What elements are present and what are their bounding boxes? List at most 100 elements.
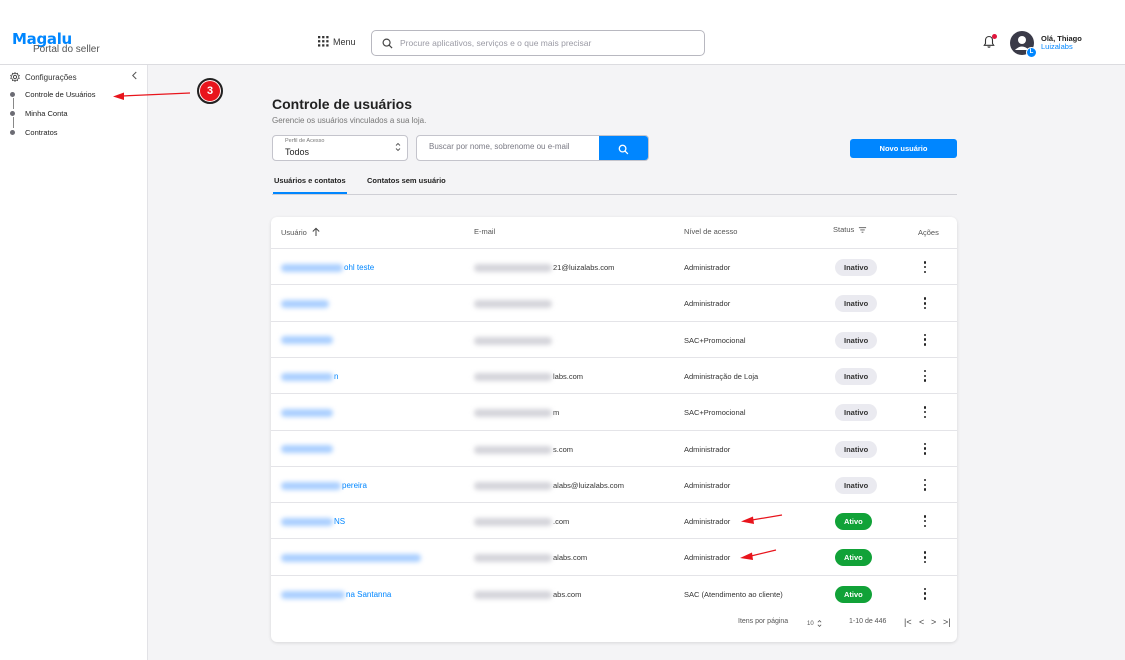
notifications-button[interactable]: [982, 34, 997, 49]
table-row: pereira alabs@luizalabs.com Administrador I…: [271, 465, 957, 502]
magalu-logo[interactable]: Magalu Portal do seller: [12, 32, 100, 55]
bullet-icon: [10, 130, 15, 135]
more-vertical-icon[interactable]: [922, 587, 928, 600]
redacted-text: [281, 554, 421, 563]
status-badge: Inativo: [835, 295, 878, 313]
user-email: labs.com: [474, 372, 583, 381]
tab-contatos-sem-usuario[interactable]: Contatos sem usuário: [367, 176, 446, 185]
more-vertical-icon[interactable]: [922, 297, 928, 310]
sidebar-connector: [13, 117, 14, 128]
menu-button[interactable]: Menu: [318, 36, 356, 47]
table-row: n labs.com Administração de Loja Inativo: [271, 356, 957, 393]
new-user-button[interactable]: Novo usuário: [850, 139, 957, 158]
email-text: 21@luizalabs.com: [553, 263, 615, 272]
sidebar: Configurações Controle de Usuários Minha…: [0, 65, 148, 660]
sidebar-item-contratos[interactable]: Contratos: [10, 128, 58, 137]
more-vertical-icon[interactable]: [922, 369, 928, 382]
redacted-text: [281, 409, 333, 418]
first-page-icon[interactable]: |<: [904, 617, 912, 627]
status-badge: Inativo: [835, 404, 878, 422]
items-per-page-label: Itens por página: [738, 618, 789, 625]
column-header-status[interactable]: Status: [833, 225, 867, 234]
column-header-usuario[interactable]: Usuário: [281, 227, 321, 237]
user-name-link[interactable]: [281, 299, 330, 309]
filter-icon: [859, 227, 867, 233]
user-name: n: [334, 371, 339, 381]
avatar[interactable]: L: [1010, 31, 1037, 58]
user-name-link[interactable]: [281, 408, 334, 418]
access-level: Administrador: [684, 517, 731, 527]
prev-page-icon[interactable]: <: [919, 617, 924, 627]
redacted-text: [281, 372, 333, 381]
user-name-link[interactable]: [281, 553, 422, 563]
more-vertical-icon[interactable]: [922, 261, 928, 273]
more-vertical-icon[interactable]: [922, 478, 928, 491]
access-level: Administrador: [684, 553, 731, 563]
sidebar-collapse-button[interactable]: [131, 71, 138, 83]
user-name-link[interactable]: na Santanna: [281, 590, 391, 599]
user-email: [474, 299, 553, 309]
user-name-link[interactable]: NS: [281, 517, 345, 526]
table-row: Administrador Inativo: [271, 284, 957, 320]
chevron-up-down-icon: [817, 620, 822, 627]
access-level: Administrador: [684, 480, 731, 490]
profile-filter-value: Todos: [285, 147, 310, 157]
user-name-link[interactable]: [281, 336, 334, 345]
email-text: abs.com: [553, 589, 582, 599]
search-icon: [382, 38, 393, 49]
more-vertical-icon[interactable]: [922, 515, 928, 528]
email-text: labs.com: [553, 371, 584, 381]
user-search-button[interactable]: [599, 136, 648, 160]
arrow-up-icon: [312, 227, 320, 236]
bullet-icon: [10, 92, 15, 97]
top-header: Magalu Portal do seller Menu L Olá, Thia…: [0, 0, 1125, 65]
status-badge: Ativo: [835, 549, 872, 567]
access-level: Administrador: [684, 444, 731, 454]
access-level: Administração de Loja: [684, 371, 759, 381]
tab-usuarios-e-contatos[interactable]: Usuários e contatos: [273, 176, 347, 194]
grid-icon: [318, 36, 329, 47]
more-vertical-icon[interactable]: [922, 551, 928, 564]
more-vertical-icon[interactable]: [922, 442, 928, 455]
gear-icon: [10, 72, 20, 82]
redacted-text: [281, 336, 333, 345]
global-search[interactable]: [371, 30, 705, 56]
user-name-link[interactable]: n: [281, 372, 338, 381]
last-page-icon[interactable]: >|: [943, 617, 951, 627]
user-name-link[interactable]: [281, 445, 334, 454]
redacted-text: [281, 300, 329, 309]
user-name-link[interactable]: ohl teste: [281, 263, 374, 272]
user-search-input[interactable]: [429, 142, 599, 151]
search-icon: [618, 144, 629, 154]
more-vertical-icon[interactable]: [922, 333, 928, 346]
page-subtitle: Gerencie os usuários vinculados a sua lo…: [272, 116, 427, 125]
table-row: na Santanna abs.com SAC (Atendimento ao cl…: [271, 574, 957, 611]
user-name: ohl teste: [344, 263, 375, 272]
redacted-text: [281, 263, 343, 272]
redacted-text: [281, 445, 333, 454]
redacted-text: [474, 336, 552, 345]
next-page-icon[interactable]: >: [931, 617, 936, 627]
chevron-left-icon: [132, 71, 137, 80]
profile-filter-select[interactable]: Perfil de Acesso Todos: [272, 135, 408, 161]
user-name-link[interactable]: pereira: [281, 481, 367, 490]
users-table: Usuário E-mail Nível de acesso Status Aç…: [271, 217, 957, 642]
redacted-text: [474, 518, 552, 527]
access-level: SAC+Promocional: [684, 335, 746, 345]
status-badge: Inativo: [835, 476, 878, 494]
status-badge: Inativo: [835, 440, 878, 458]
user-organization[interactable]: Luizalabs: [1041, 42, 1073, 51]
sidebar-item-minha-conta[interactable]: Minha Conta: [10, 109, 68, 118]
redacted-text: [281, 481, 341, 490]
more-vertical-icon[interactable]: [922, 406, 928, 419]
pagination-range: 1-10 de 446: [849, 618, 887, 625]
sidebar-item-controle-de-usuarios[interactable]: Controle de Usuários: [10, 90, 95, 99]
logo-subtitle: Portal do seller: [33, 44, 100, 55]
sidebar-item-label: Controle de Usuários: [25, 90, 96, 99]
sidebar-section-configuracoes[interactable]: Configurações: [10, 72, 77, 82]
global-search-input[interactable]: [400, 38, 690, 48]
sidebar-section-label: Configurações: [25, 72, 77, 82]
redacted-text: [281, 517, 333, 526]
redacted-text: [474, 445, 552, 454]
items-per-page-select[interactable]: 10: [807, 619, 822, 628]
